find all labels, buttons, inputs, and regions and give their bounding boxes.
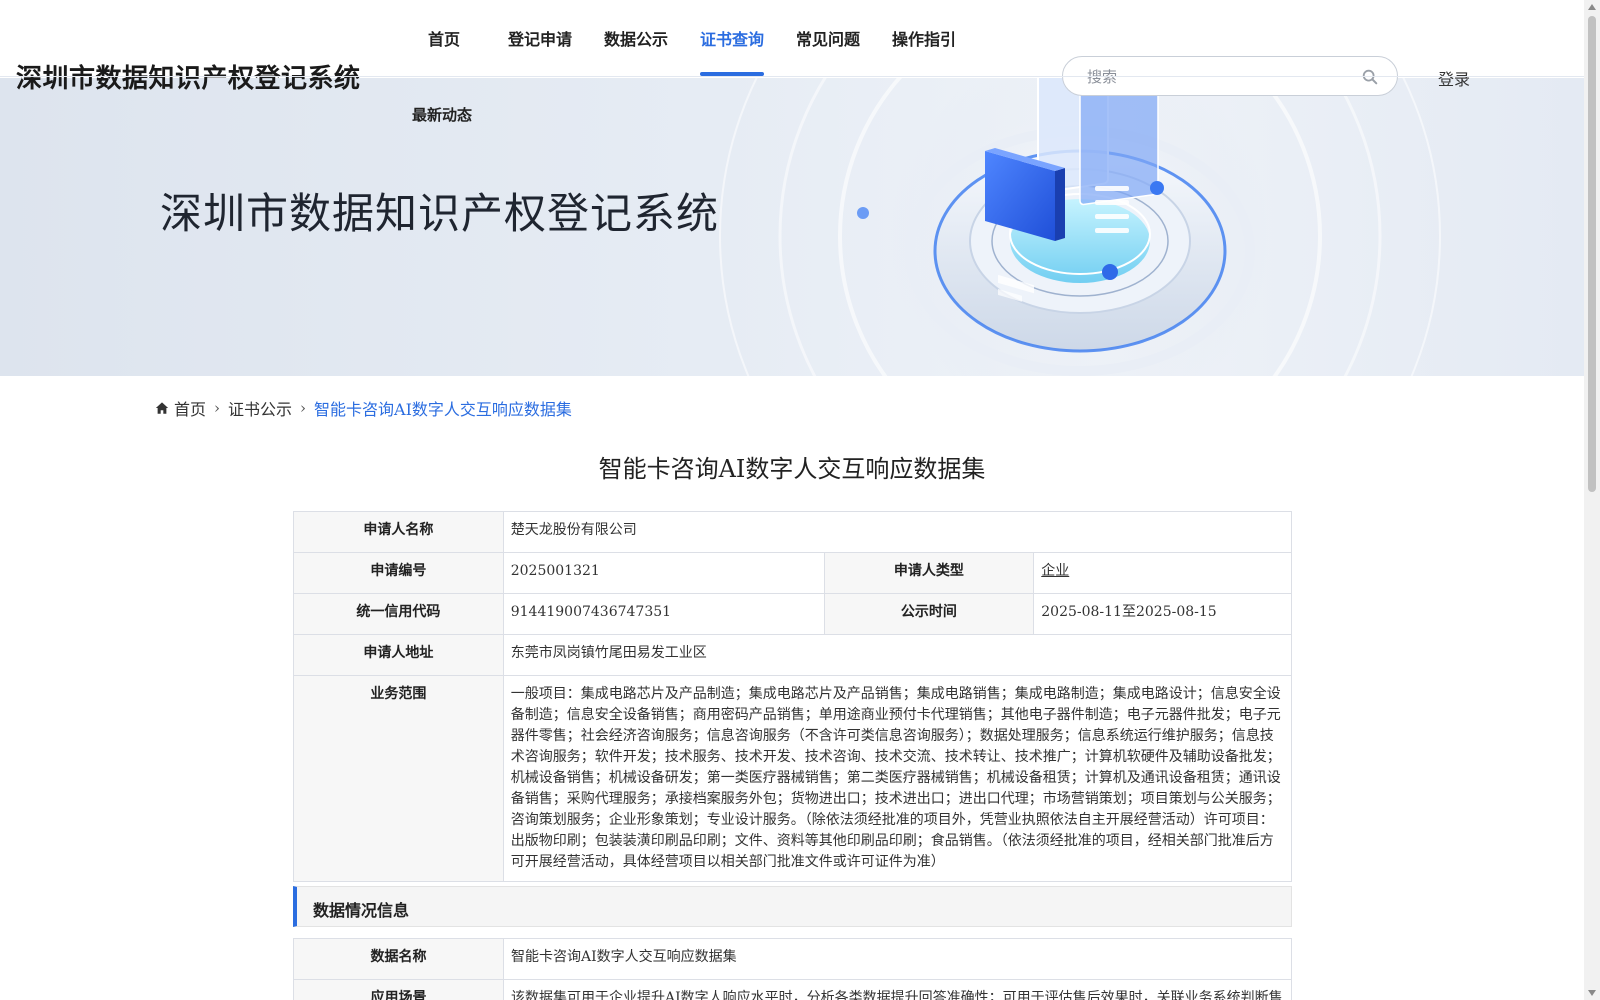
scroll-up-icon[interactable] [1588, 4, 1596, 10]
table-row: 申请人地址 东莞市凤岗镇竹尾田易发工业区 [293, 634, 1293, 676]
nav-home[interactable]: 首页 [428, 26, 460, 50]
breadcrumb-current: 智能卡咨询AI数字人交互响应数据集 [314, 400, 572, 419]
nav-data-publicity[interactable]: 数据公示 [604, 26, 668, 50]
banner-title: 深圳市数据知识产权登记系统 [160, 189, 720, 238]
data-info-table: 数据名称 智能卡咨询AI数字人交互响应数据集 应用场景 该数据集可用于企业提升A… [293, 938, 1292, 1000]
home-icon [155, 402, 169, 414]
chevron-right-icon: › [300, 399, 307, 417]
credit-code-value: 914419007436747351 [502, 593, 825, 635]
publicity-time-label: 公示时间 [823, 593, 1035, 635]
banner-illustration [719, 76, 1441, 376]
data-info-section-header: 数据情况信息 [293, 886, 1292, 927]
publicity-time-value: 2025-08-11至2025-08-15 [1033, 593, 1292, 635]
applicant-type-label: 申请人类型 [823, 552, 1035, 594]
applicant-info-table: 申请人名称 楚天龙股份有限公司 申请编号 2025001321 申请人类型 企业… [293, 511, 1293, 882]
application-number-value: 2025001321 [502, 552, 825, 594]
header-divider [0, 76, 1584, 77]
table-row: 申请编号 2025001321 申请人类型 企业 [293, 552, 1292, 594]
page-scrollbar[interactable] [1584, 0, 1600, 1000]
data-name-label: 数据名称 [293, 938, 504, 980]
breadcrumb-home[interactable]: 首页 [174, 396, 206, 420]
breadcrumb-certificate-publicity[interactable]: 证书公示 [228, 396, 292, 420]
nav-register-apply[interactable]: 登记申请 [508, 26, 572, 50]
top-header: 深圳市数据知识产权登记系统 首页 登记申请 数据公示 证书查询 常见问题 操作指… [0, 0, 1584, 96]
application-number-label: 申请编号 [293, 552, 504, 594]
application-scene-value: 该数据集可用于企业提升AI数字人响应水平时，分析各类数据提升回答准确性；可用于评… [503, 979, 1292, 1000]
search-input[interactable] [1087, 65, 1347, 89]
business-scope-value: 一般项目：集成电路芯片及产品制造；集成电路芯片及产品销售；集成电路销售；集成电路… [502, 675, 1293, 882]
page-title: 智能卡咨询AI数字人交互响应数据集 [598, 455, 986, 483]
applicant-name-value: 楚天龙股份有限公司 [502, 511, 1293, 553]
applicant-type-cell: 企业 [1033, 552, 1292, 594]
scrollbar-thumb[interactable] [1588, 16, 1596, 492]
table-row: 应用场景 该数据集可用于企业提升AI数字人响应水平时，分析各类数据提升回答准确性… [293, 979, 1292, 1000]
nav-guide[interactable]: 操作指引 [892, 26, 956, 50]
credit-code-label: 统一信用代码 [293, 593, 504, 635]
applicant-address-label: 申请人地址 [293, 634, 504, 676]
table-row: 业务范围 一般项目：集成电路芯片及产品制造；集成电路芯片及产品销售；集成电路销售… [293, 675, 1293, 882]
business-scope-label: 业务范围 [293, 675, 504, 882]
nav-latest-news[interactable]: 最新动态 [412, 104, 472, 125]
nav-faq[interactable]: 常见问题 [796, 26, 860, 50]
breadcrumb: 首页 › 证书公示 › 智能卡咨询AI数字人交互响应数据集 [155, 396, 572, 420]
chevron-right-icon: › [214, 399, 221, 417]
nav-certificate-query[interactable]: 证书查询 [700, 26, 764, 50]
table-row: 数据名称 智能卡咨询AI数字人交互响应数据集 [293, 938, 1292, 980]
applicant-type-value[interactable]: 企业 [1041, 563, 1069, 579]
table-row: 统一信用代码 914419007436747351 公示时间 2025-08-1… [293, 593, 1292, 635]
application-scene-label: 应用场景 [293, 979, 504, 1000]
scroll-down-icon[interactable] [1588, 990, 1596, 996]
section-heading: 数据情况信息 [313, 901, 410, 920]
login-link[interactable]: 登录 [1438, 66, 1470, 90]
applicant-address-value: 东莞市凤岗镇竹尾田易发工业区 [502, 634, 1293, 676]
data-name-value: 智能卡咨询AI数字人交互响应数据集 [503, 938, 1292, 980]
applicant-name-label: 申请人名称 [293, 511, 504, 553]
hero-banner: 深圳市数据知识产权登记系统 [0, 76, 1584, 376]
table-row: 申请人名称 楚天龙股份有限公司 [293, 511, 1293, 553]
search-icon[interactable] [1361, 68, 1379, 86]
